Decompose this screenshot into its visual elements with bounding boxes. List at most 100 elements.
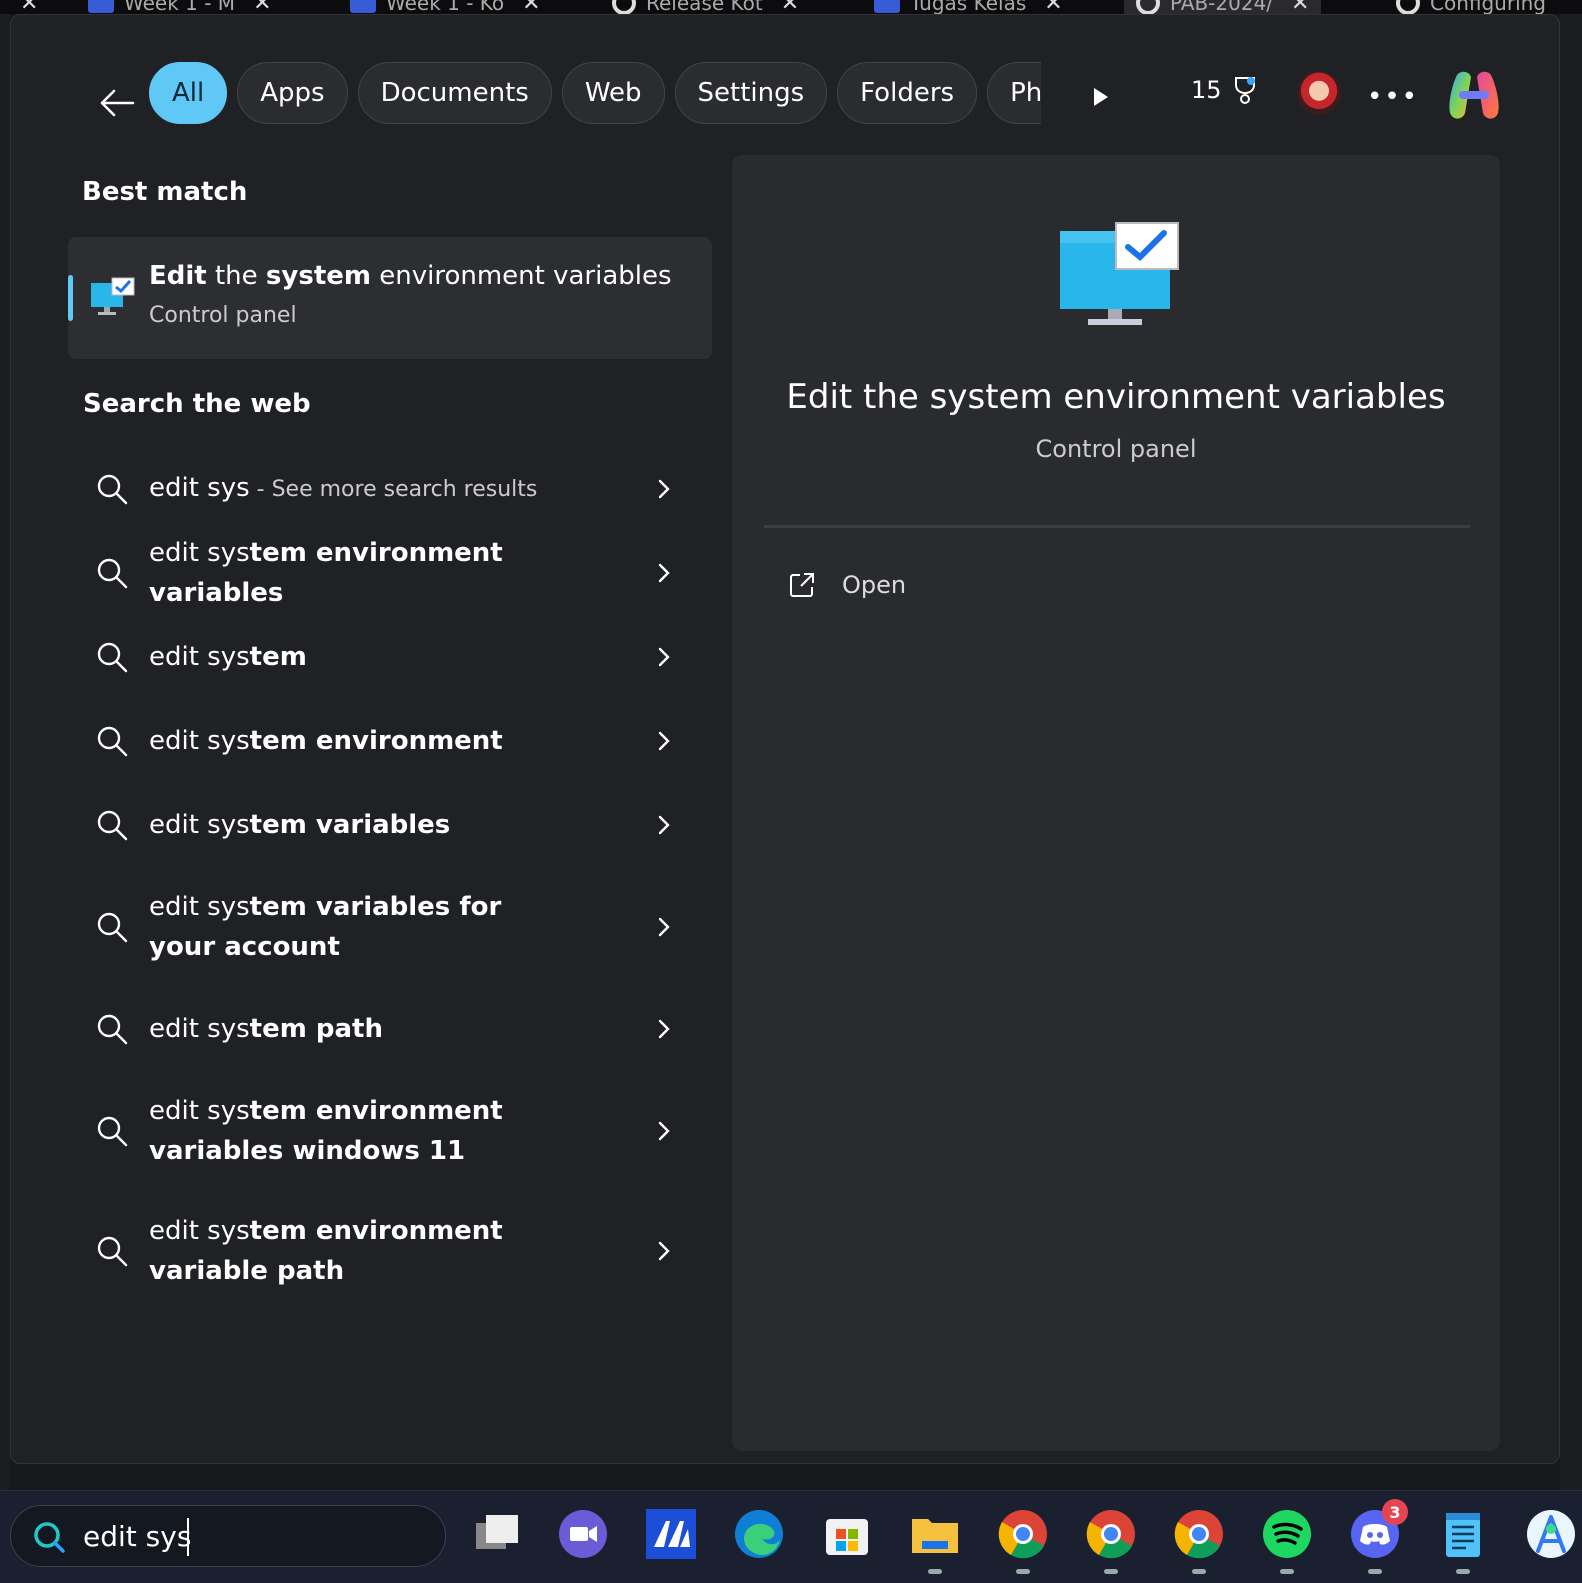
browser-tab-close[interactable]: ✕ <box>12 0 38 14</box>
chip-apps[interactable]: Apps <box>237 62 348 124</box>
search-panel: All Apps Documents Web Settings Folders … <box>10 14 1560 1464</box>
ellipsis-icon: ••• <box>1367 82 1420 112</box>
taskbar-app[interactable] <box>1260 1507 1314 1574</box>
best-match-result[interactable]: Edit the system environment variables Co… <box>68 237 712 359</box>
notepad-icon <box>1446 1513 1480 1557</box>
taskbar-app[interactable] <box>644 1507 698 1561</box>
browser-tab[interactable]: Configuring <box>1396 0 1546 14</box>
running-indicator <box>1368 1569 1382 1574</box>
open-label: Open <box>842 571 907 599</box>
browser-tab-label: Configuring <box>1430 0 1546 14</box>
browser-tab-active[interactable]: PAB-2024/ ✕ <box>1124 0 1322 14</box>
rewards-points[interactable]: 15 <box>1191 75 1260 105</box>
search-icon <box>97 642 128 673</box>
web-results-list: edit sys - See more search results edit … <box>68 447 728 1311</box>
more-options-button[interactable]: ••• <box>1367 77 1417 117</box>
browser-tab[interactable]: Tugas Kelas ✕ <box>874 0 1063 14</box>
chevron-right-icon <box>658 815 670 835</box>
chatgpt-icon <box>1396 0 1420 14</box>
running-indicator <box>928 1569 942 1574</box>
chrome-icon <box>1086 1510 1135 1559</box>
chip-documents[interactable]: Documents <box>357 62 552 124</box>
search-icon <box>97 912 128 943</box>
best-match-title: Edit the system environment variables <box>149 261 672 291</box>
back-button[interactable] <box>91 77 143 129</box>
search-icon <box>97 1014 128 1045</box>
taskbar-app[interactable] <box>1172 1507 1226 1574</box>
web-result-item[interactable]: edit system variables <box>68 783 712 867</box>
best-match-heading: Best match <box>82 177 248 207</box>
search-input[interactable] <box>83 1516 423 1556</box>
close-icon[interactable]: ✕ <box>522 0 540 14</box>
spotify-icon <box>1263 1510 1311 1558</box>
web-result-label: edit system path <box>149 1014 383 1044</box>
browser-tab[interactable]: Week 1 - M ✕ <box>88 0 272 14</box>
preview-title: Edit the system environment variables <box>786 377 1446 417</box>
task-view-button[interactable] <box>470 1507 524 1561</box>
taskbar-app[interactable] <box>732 1507 786 1561</box>
chevron-right-icon <box>658 563 670 583</box>
chip-settings[interactable]: Settings <box>674 62 828 124</box>
search-icon <box>97 558 128 589</box>
taskbar-app[interactable]: 3 <box>1348 1499 1408 1574</box>
open-button[interactable]: Open <box>788 563 906 607</box>
teams-meet-icon <box>559 1510 607 1558</box>
copilot-icon <box>1449 71 1499 119</box>
chip-folders[interactable]: Folders <box>837 62 978 124</box>
back-arrow-icon <box>100 89 135 117</box>
android-studio-icon <box>1527 1510 1575 1558</box>
close-icon[interactable]: ✕ <box>781 0 799 14</box>
browser-tab-label: Week 1 - M <box>124 0 236 14</box>
taskbar-app[interactable] <box>1524 1507 1578 1561</box>
browser-tab-label: Release Kot <box>646 0 763 14</box>
running-indicator <box>1104 1569 1118 1574</box>
close-icon[interactable]: ✕ <box>1291 0 1309 14</box>
chevron-right-icon <box>658 1019 670 1039</box>
search-icon <box>97 726 128 757</box>
web-result-item[interactable]: edit system environment <box>68 699 712 783</box>
result-preview-pane: Edit the system environment variables Co… <box>732 155 1500 1451</box>
browser-tab-label: PAB-2024/ <box>1170 0 1274 14</box>
web-result-item[interactable]: edit system variables for your account <box>68 867 712 987</box>
open-external-icon <box>790 573 814 597</box>
web-result-item[interactable]: edit system <box>68 615 712 699</box>
taskbar-app[interactable] <box>908 1507 962 1574</box>
web-result-item[interactable]: edit system environment variables window… <box>68 1071 712 1191</box>
taskbar-app[interactable] <box>1436 1507 1490 1574</box>
notification-dot <box>1247 77 1255 85</box>
taskbar-app[interactable] <box>820 1507 874 1561</box>
close-icon[interactable]: ✕ <box>1044 0 1062 14</box>
close-icon[interactable]: ✕ <box>253 0 271 14</box>
trophy-icon <box>1234 77 1255 104</box>
taskbar-search-box[interactable] <box>10 1505 446 1567</box>
classroom-icon <box>88 0 114 13</box>
close-icon[interactable]: ✕ <box>20 0 38 14</box>
store-icon <box>826 1519 868 1555</box>
web-result-label: edit system environment variables <box>149 538 503 608</box>
file-explorer-icon <box>912 1519 958 1553</box>
chips-scroll-right-button[interactable] <box>1081 77 1121 117</box>
chrome-icon <box>1174 1510 1223 1559</box>
best-match-subtitle: Control panel <box>149 303 297 328</box>
web-result-label: edit sys - See more search results <box>149 473 538 503</box>
taskbar-app[interactable] <box>1084 1507 1138 1574</box>
chevron-right-icon <box>658 917 670 937</box>
web-result-item[interactable]: edit system environment variable path <box>68 1191 712 1311</box>
points-value: 15 <box>1191 76 1222 104</box>
copilot-button[interactable] <box>1443 65 1505 127</box>
filter-chips: All Apps Documents Web Settings Folders … <box>149 62 1061 126</box>
taskbar-app[interactable] <box>556 1507 610 1561</box>
taskbar-app[interactable] <box>996 1507 1050 1574</box>
chip-all[interactable]: All <box>149 62 228 124</box>
mobaxterm-icon <box>646 1509 696 1559</box>
web-result-label: edit system <box>149 642 307 672</box>
browser-tab[interactable]: Week 1 - Ko ✕ <box>350 0 541 14</box>
web-result-label: edit system variables for your account <box>149 892 502 962</box>
web-result-item[interactable]: edit sys - See more search results <box>68 447 712 531</box>
browser-tab[interactable]: Release Kot ✕ <box>612 0 799 14</box>
web-result-item[interactable]: edit system path <box>68 987 712 1071</box>
web-result-item[interactable]: edit system environment variables <box>68 531 712 615</box>
running-indicator <box>1280 1569 1294 1574</box>
chip-web[interactable]: Web <box>561 62 665 124</box>
avatar[interactable] <box>1297 71 1341 115</box>
